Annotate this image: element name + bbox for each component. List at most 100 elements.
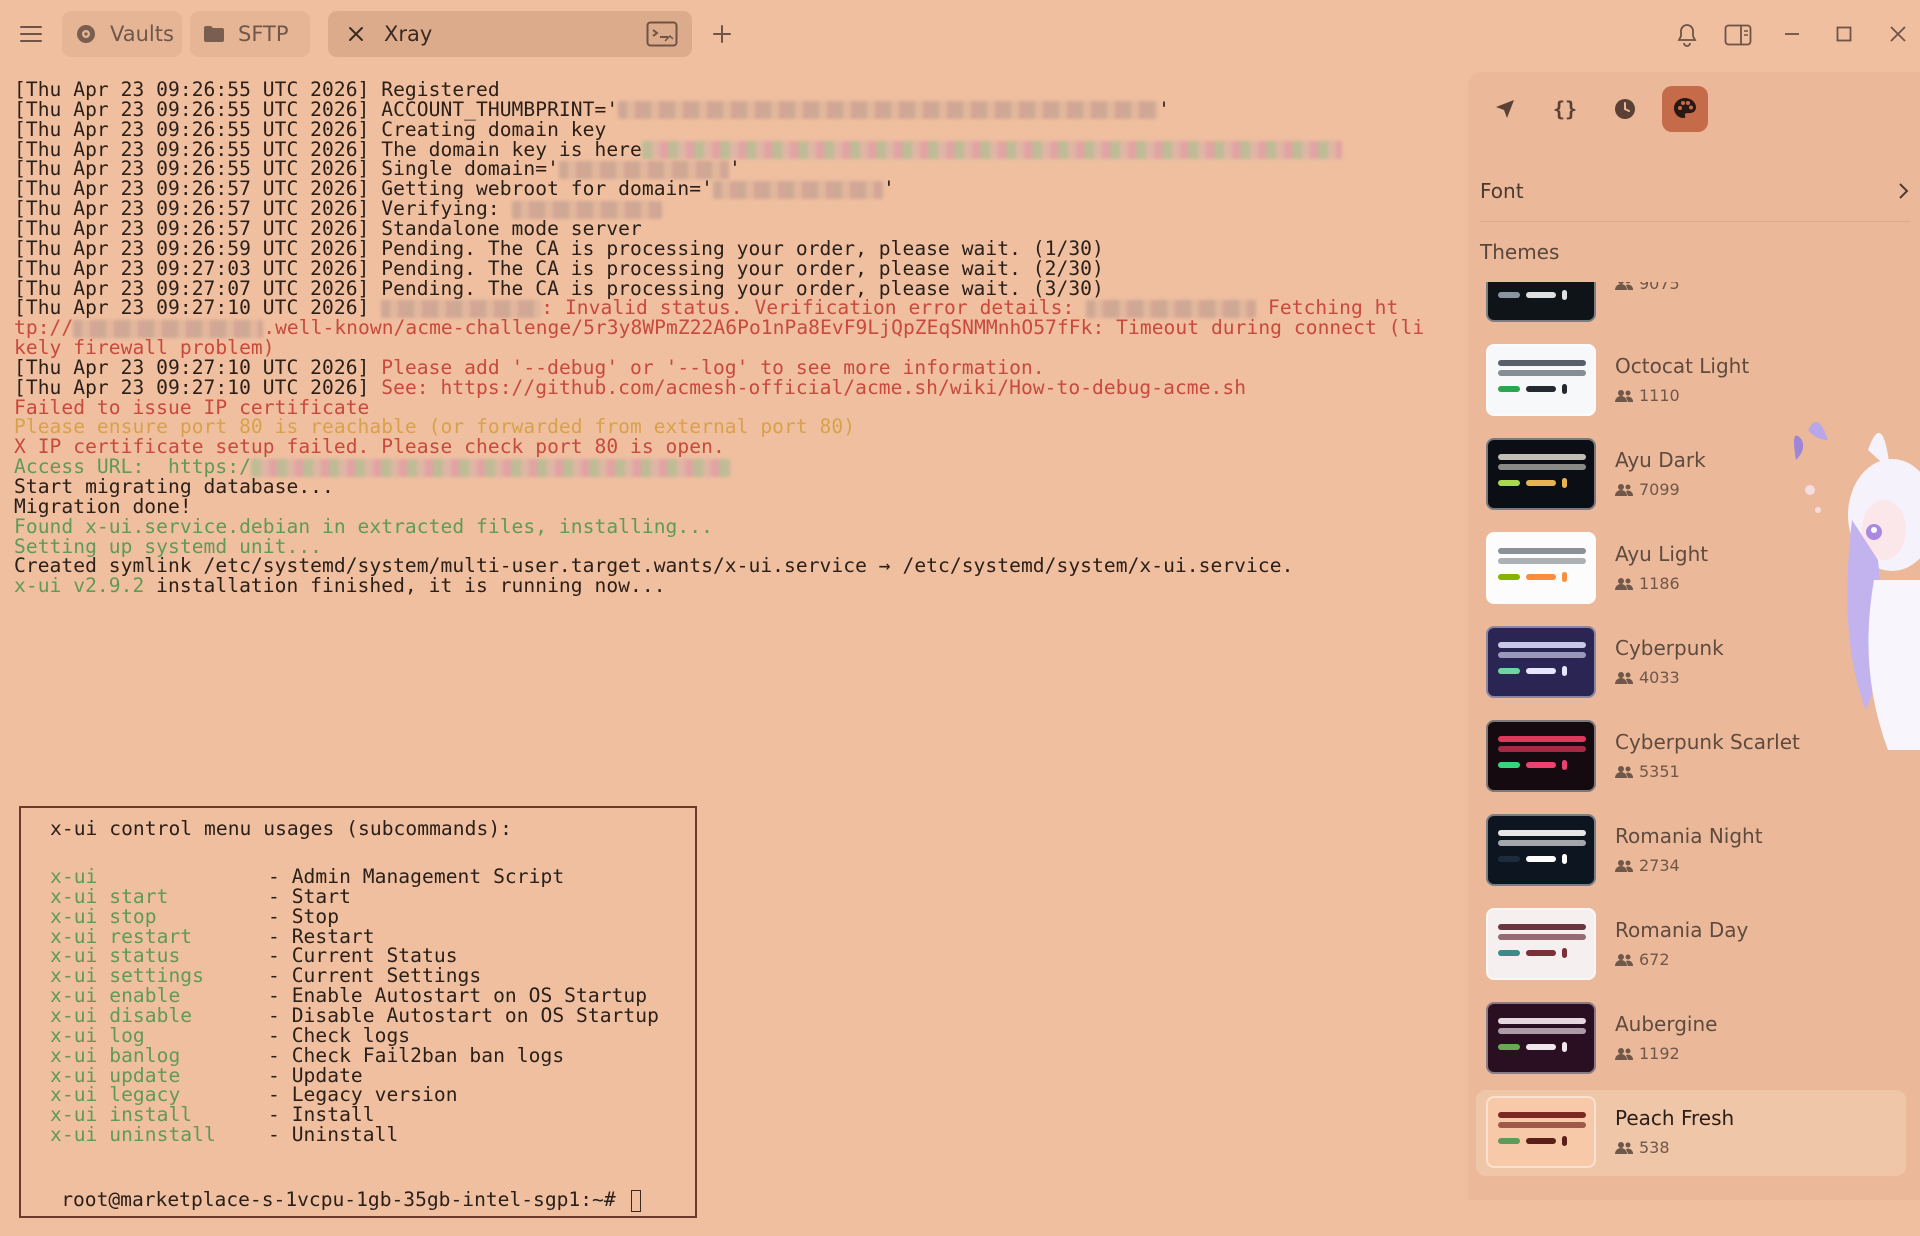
minimize-button[interactable] — [1778, 20, 1806, 48]
preview-cursor — [1562, 478, 1567, 488]
terminal-text: .well-known/acme-challenge/5r3y8WPmZ22A6… — [263, 316, 1425, 340]
close-window-button[interactable] — [1884, 20, 1912, 48]
preview-bar — [1498, 386, 1520, 392]
theme-item-aubergine[interactable]: Aubergine 1192 — [1476, 996, 1906, 1082]
users-icon — [1615, 282, 1633, 290]
theme-count-value: 9075 — [1639, 282, 1680, 293]
tab-snippets[interactable] — [1482, 86, 1528, 132]
tab-vaults[interactable]: Vaults — [62, 11, 182, 57]
close-window-icon — [1890, 26, 1906, 42]
terminal-text: installation finished, it is running now… — [144, 574, 666, 598]
preview-bar — [1498, 1138, 1520, 1144]
theme-preview-thumbnail — [1486, 532, 1596, 604]
preview-bar — [1498, 856, 1520, 862]
theme-user-count: 5351 — [1615, 762, 1680, 781]
redacted-text — [73, 319, 264, 338]
tab-xray-label: Xray — [384, 22, 433, 46]
preview-cursor — [1562, 572, 1567, 582]
preview-bar — [1498, 736, 1586, 742]
font-label: Font — [1480, 179, 1524, 203]
preview-cursor — [1562, 666, 1567, 676]
theme-name: Octocat Light — [1615, 354, 1750, 378]
preview-bar — [1498, 1044, 1520, 1050]
tab-sftp[interactable]: SFTP — [190, 11, 310, 57]
theme-name: Ayu Dark — [1615, 448, 1706, 472]
palette-icon — [1674, 98, 1696, 118]
redacted-text — [250, 458, 731, 477]
terminal-text: ' — [882, 177, 895, 201]
sidebar-panel-icon — [1724, 24, 1752, 46]
terminal-output[interactable]: [Thu Apr 23 09:26:55 UTC 2026] Registere… — [0, 68, 1462, 1218]
chevron-right-icon — [1899, 183, 1909, 199]
theme-count-value: 7099 — [1639, 480, 1680, 499]
preview-bar — [1498, 840, 1586, 846]
theme-count-value: 5351 — [1639, 762, 1680, 781]
tab-history[interactable] — [1602, 86, 1648, 132]
preview-bar — [1498, 830, 1586, 836]
tab-themes[interactable] — [1662, 86, 1708, 132]
preview-cursor — [1562, 854, 1567, 864]
rocket-icon — [1496, 100, 1514, 118]
theme-preview-thumbnail — [1486, 908, 1596, 980]
preview-bar — [1498, 558, 1586, 564]
users-icon — [1615, 389, 1633, 402]
bell-icon — [1677, 24, 1697, 47]
theme-name: Romania Day — [1615, 918, 1749, 942]
theme-preview-thumbnail — [1486, 626, 1596, 698]
theme-user-count: 9075 — [1615, 282, 1680, 293]
tab-xray[interactable]: Xray — [328, 11, 692, 57]
redacted-text — [558, 160, 729, 179]
hamburger-icon — [20, 26, 42, 42]
users-icon — [1615, 765, 1633, 778]
new-tab-button[interactable] — [708, 20, 736, 48]
preview-bar — [1526, 574, 1556, 580]
theme-item-romania-day[interactable]: Romania Day 672 — [1476, 902, 1906, 988]
divider — [1480, 221, 1910, 222]
hamburger-menu-button[interactable] — [14, 18, 48, 50]
preview-bar — [1498, 950, 1520, 956]
theme-name: Cyberpunk Scarlet — [1615, 730, 1800, 754]
redacted-text — [641, 141, 1342, 160]
menu-description: - Uninstall — [268, 1123, 399, 1147]
theme-item-peach-fresh[interactable]: Peach Fresh 538 — [1476, 1090, 1906, 1176]
theme-user-count: 7099 — [1615, 480, 1680, 499]
close-icon[interactable] — [342, 20, 370, 48]
terminal-snippet-icon[interactable] — [646, 21, 678, 52]
preview-bar — [1498, 642, 1586, 648]
shell-prompt[interactable]: root@marketplace-s-1vcpu-1gb-35gb-intel-… — [14, 1164, 642, 1212]
users-icon — [1615, 953, 1633, 966]
notifications-button[interactable] — [1672, 20, 1702, 50]
theme-count-value: 1192 — [1639, 1044, 1680, 1063]
vault-icon — [74, 22, 98, 46]
preview-bar — [1498, 652, 1586, 658]
terminal-text: x-ui v2.9.2 — [14, 574, 145, 598]
users-icon — [1615, 1047, 1633, 1060]
preview-bar — [1498, 1018, 1586, 1024]
maximize-button[interactable] — [1830, 20, 1858, 48]
preview-bar — [1498, 1112, 1586, 1118]
preview-cursor — [1562, 948, 1567, 958]
users-icon — [1615, 1141, 1633, 1154]
minimize-icon — [1785, 33, 1799, 35]
terminal-cursor — [631, 1189, 642, 1212]
theme-item-romania-night[interactable]: Romania Night 2734 — [1476, 808, 1906, 894]
preview-bar — [1498, 934, 1586, 940]
preview-bar — [1498, 1122, 1586, 1128]
font-setting-row[interactable]: Font — [1480, 166, 1910, 216]
toggle-sidebar-button[interactable] — [1722, 20, 1754, 50]
preview-bar — [1526, 856, 1556, 862]
theme-user-count: 2734 — [1615, 856, 1680, 875]
preview-bar — [1526, 762, 1556, 768]
terminal-text: See: https://github.com/acmesh-official/… — [381, 375, 1247, 399]
preview-bar — [1498, 1028, 1586, 1034]
tab-json[interactable]: {} — [1542, 86, 1588, 132]
theme-user-count: 672 — [1615, 950, 1670, 969]
redacted-text — [511, 200, 662, 219]
redacted-text — [1086, 299, 1257, 318]
theme-item-untitled[interactable]: 9075 — [1476, 282, 1906, 330]
braces-icon: {} — [1552, 97, 1578, 121]
tab-sftp-label: SFTP — [238, 22, 289, 46]
preview-cursor — [1562, 1042, 1567, 1052]
tab-vaults-label: Vaults — [110, 22, 174, 46]
preview-cursor — [1562, 760, 1567, 770]
